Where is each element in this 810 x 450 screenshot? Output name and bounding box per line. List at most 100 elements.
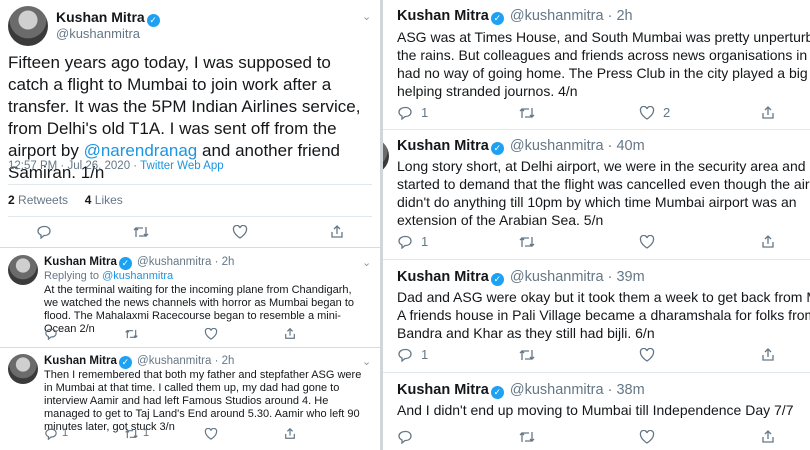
tweet-time[interactable]: 40m: [616, 138, 644, 154]
share-icon[interactable]: [284, 327, 296, 340]
like-icon[interactable]: [232, 225, 248, 239]
reply-avatar[interactable]: [8, 354, 38, 384]
author-name-row: Kushan Mitra ✓: [56, 9, 162, 27]
reply-count: 1: [421, 347, 429, 362]
like-count: 2: [663, 105, 671, 120]
tweet-header: Kushan Mitra ✓ @kushanmitra · 38m: [397, 382, 645, 399]
verified-badge-icon: ✓: [146, 14, 160, 27]
reply-icon[interactable]: [397, 235, 413, 249]
like-icon[interactable]: [204, 328, 218, 340]
like-icon[interactable]: [204, 428, 218, 440]
reply-icon[interactable]: [36, 225, 52, 239]
tweet-author-handle[interactable]: @kushanmitra: [510, 138, 604, 154]
share-icon[interactable]: [761, 429, 775, 444]
reply-time[interactable]: 2h: [222, 256, 235, 268]
replying-label: Replying to: [44, 270, 103, 282]
divider: [8, 216, 372, 217]
reply-time[interactable]: 2h: [222, 355, 235, 367]
right-thread-panel: Kushan Mitra ✓ @kushanmitra · 2h ASG was …: [383, 0, 810, 450]
chevron-down-icon[interactable]: ⌄: [362, 256, 371, 269]
separator-dot: ·: [607, 138, 613, 154]
tweet-line: ASG was at Times House, and South Mumbai…: [397, 29, 810, 45]
tweet-author-handle[interactable]: @kushanmitra: [510, 269, 604, 285]
likes-count: 4: [84, 193, 92, 207]
tweet-line: didn't do anything till 10pm by which ti…: [397, 194, 797, 210]
divider: [0, 247, 380, 248]
retweet-icon[interactable]: [124, 328, 139, 340]
retweets-label: Retweets: [18, 193, 69, 207]
retweets-count: 2: [8, 193, 15, 207]
share-icon[interactable]: [284, 427, 296, 440]
tweet-text: Dad and ASG were okay but it took them a…: [397, 288, 810, 342]
separator-dot: ·: [607, 8, 613, 24]
like-icon[interactable]: [639, 235, 655, 249]
author-name[interactable]: Kushan Mitra: [56, 9, 145, 25]
reply-icon[interactable]: [44, 328, 58, 340]
tweet-text: And I didn't end up moving to Mumbai til…: [397, 401, 810, 419]
reply-header: Kushan Mitra ✓ @kushanmitra · 2h: [44, 355, 234, 369]
reply-icon[interactable]: [397, 106, 413, 120]
replying-handle-link[interactable]: @kushanmitra: [102, 270, 173, 282]
verified-badge-icon: ✓: [118, 356, 132, 369]
tweet-line: extension of the Arabian Sea. 5/n: [397, 212, 604, 228]
author-handle[interactable]: @kushanmitra: [56, 26, 140, 41]
separator-dot: ·: [607, 382, 613, 398]
reply-author-handle[interactable]: @kushanmitra: [137, 256, 211, 268]
tweet-stats: 2 Retweets 4 Likes: [8, 193, 123, 207]
tweet-time[interactable]: 39m: [616, 269, 644, 285]
author-avatar[interactable]: [8, 6, 48, 46]
retweet-icon[interactable]: [518, 348, 536, 362]
reply-header: Kushan Mitra ✓ @kushanmitra · 2h: [44, 256, 234, 270]
share-icon[interactable]: [761, 105, 775, 120]
reply-icon[interactable]: [397, 430, 413, 444]
tweet-author-name[interactable]: Kushan Mitra: [397, 269, 489, 285]
tweet-meta: 12:57 PM · Jul 26, 2020 · Twitter Web Ap…: [8, 160, 224, 172]
tweet-avatar[interactable]: [383, 138, 389, 174]
tweet-author-handle[interactable]: @kushanmitra: [510, 382, 604, 398]
tweet-text: ASG was at Times House, and South Mumbai…: [397, 28, 810, 100]
retweet-icon[interactable]: [518, 235, 536, 249]
reply-author-name[interactable]: Kushan Mitra: [44, 355, 117, 367]
tweet-divider: [383, 259, 810, 260]
share-icon[interactable]: [761, 347, 775, 362]
like-icon[interactable]: [639, 430, 655, 444]
retweets-stat[interactable]: 2 Retweets: [8, 193, 68, 207]
verified-badge-icon: ✓: [490, 386, 504, 399]
tweet-line: A friends house in Pali Village became a…: [397, 307, 810, 323]
reply-count: 1: [62, 427, 69, 439]
tweet-header: Kushan Mitra ✓ @kushanmitra · 40m: [397, 138, 645, 155]
reply-author-handle[interactable]: @kushanmitra: [137, 355, 211, 367]
like-icon[interactable]: [639, 106, 655, 120]
like-icon[interactable]: [639, 348, 655, 362]
tweet-time[interactable]: 38m: [616, 382, 644, 398]
retweet-icon[interactable]: [124, 428, 139, 440]
tweet-author-name[interactable]: Kushan Mitra: [397, 8, 489, 24]
retweet-icon[interactable]: [132, 225, 150, 239]
separator-dot: ·: [607, 269, 613, 285]
retweet-icon[interactable]: [518, 430, 536, 444]
reply-avatar[interactable]: [8, 255, 38, 285]
tweet-timestamp[interactable]: 12:57 PM · Jul 26, 2020 ·: [8, 160, 140, 172]
share-icon[interactable]: [330, 224, 344, 239]
divider: [0, 347, 380, 348]
chevron-down-icon[interactable]: ⌄: [362, 355, 371, 368]
tweet-line: And I didn't end up moving to Mumbai til…: [397, 402, 794, 418]
tweet-line: the rains. But colleagues and friends ac…: [397, 47, 810, 63]
tweet-author-name[interactable]: Kushan Mitra: [397, 138, 489, 154]
reply-author-name[interactable]: Kushan Mitra: [44, 256, 117, 268]
chevron-down-icon[interactable]: ⌄: [362, 10, 371, 23]
tweet-time[interactable]: 2h: [616, 8, 632, 24]
retweet-icon[interactable]: [518, 106, 536, 120]
tweet-divider: [383, 372, 810, 373]
tweet-source-link[interactable]: Twitter Web App: [140, 160, 224, 172]
tweet-author-name[interactable]: Kushan Mitra: [397, 382, 489, 398]
reply-icon[interactable]: [397, 348, 413, 362]
share-icon[interactable]: [761, 234, 775, 249]
likes-stat[interactable]: 4 Likes: [85, 193, 123, 207]
tweet-divider: [383, 129, 810, 130]
verified-badge-icon: ✓: [490, 273, 504, 286]
verified-badge-icon: ✓: [118, 257, 132, 270]
reply-icon[interactable]: [44, 428, 58, 440]
mention-link[interactable]: @narendranag: [84, 141, 198, 160]
tweet-author-handle[interactable]: @kushanmitra: [510, 8, 604, 24]
